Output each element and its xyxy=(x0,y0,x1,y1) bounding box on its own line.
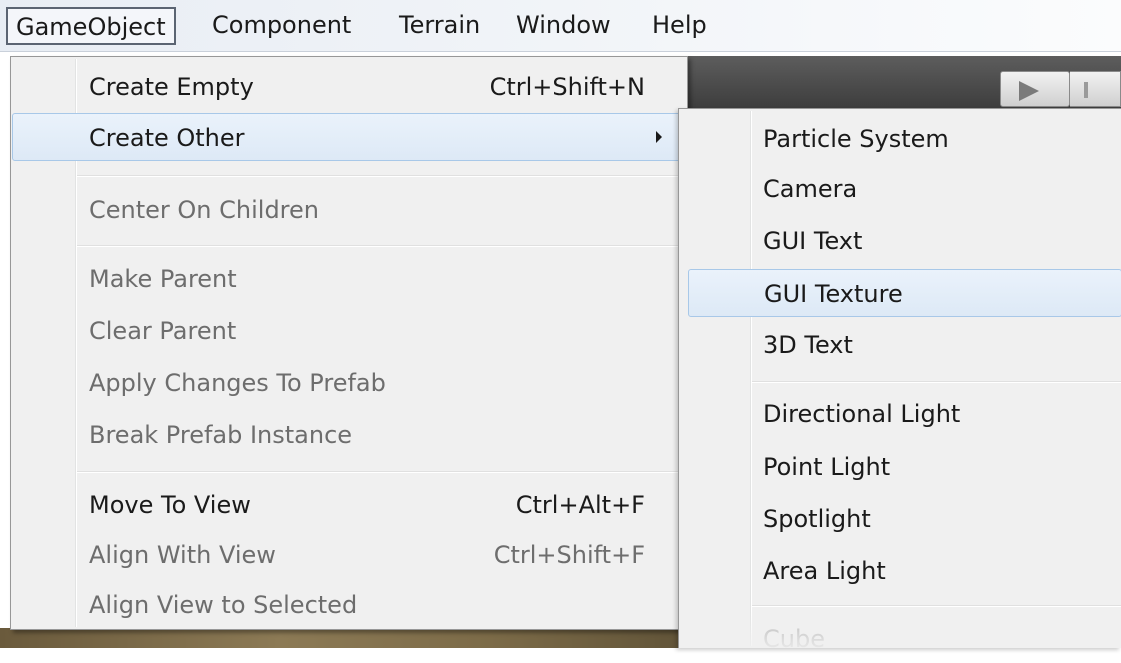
menu-item-label: Camera xyxy=(763,175,858,203)
menu-item-label: Align View to Selected xyxy=(89,591,358,619)
submenu-item-directional-light[interactable]: Directional Light xyxy=(681,390,1120,438)
menu-item-align-view-to-selected[interactable]: Align View to Selected xyxy=(13,581,685,629)
menu-separator xyxy=(77,245,683,247)
menu-item-shortcut: Ctrl+Alt+F xyxy=(515,491,645,519)
menu-item-label: Clear Parent xyxy=(89,317,237,345)
menu-component[interactable]: Component xyxy=(212,7,351,45)
menu-item-label: Center On Children xyxy=(89,196,319,224)
menu-item-label: Make Parent xyxy=(89,265,237,293)
menu-terrain[interactable]: Terrain xyxy=(399,7,480,45)
create-other-submenu: Particle System Camera GUI Text GUI Text… xyxy=(678,108,1121,653)
menu-item-create-empty[interactable]: Create Empty Ctrl+Shift+N xyxy=(13,63,685,111)
play-button[interactable] xyxy=(1000,71,1070,107)
submenu-arrow-icon xyxy=(656,131,662,143)
menu-window[interactable]: Window xyxy=(516,7,611,45)
menu-bar: GameObject Component Terrain Window Help xyxy=(0,0,1121,52)
submenu-item-area-light[interactable]: Area Light xyxy=(681,547,1120,595)
menu-item-label: Spotlight xyxy=(763,505,871,533)
menu-separator xyxy=(752,381,1121,383)
menu-separator xyxy=(752,605,1121,607)
menu-item-shortcut: Ctrl+Shift+F xyxy=(493,541,645,569)
submenu-item-camera[interactable]: Camera xyxy=(681,165,1120,213)
menu-item-label: Create Empty xyxy=(89,73,254,101)
submenu-item-gui-text[interactable]: GUI Text xyxy=(681,217,1120,265)
submenu-item-spotlight[interactable]: Spotlight xyxy=(681,495,1120,543)
submenu-item-particle-system[interactable]: Particle System xyxy=(681,115,1120,163)
menu-item-label: GUI Texture xyxy=(764,280,903,308)
menu-item-center-on-children[interactable]: Center On Children xyxy=(13,186,685,234)
menu-item-label: Directional Light xyxy=(763,400,961,428)
menu-item-label: Break Prefab Instance xyxy=(89,421,353,449)
menu-item-label: Create Other xyxy=(89,124,245,152)
menu-item-label: Particle System xyxy=(763,125,949,153)
menu-item-make-parent[interactable]: Make Parent xyxy=(13,255,685,303)
menu-item-label: Area Light xyxy=(763,557,886,585)
play-icon xyxy=(1019,81,1039,101)
menu-item-shortcut: Ctrl+Shift+N xyxy=(489,73,645,101)
submenu-item-3d-text[interactable]: 3D Text xyxy=(681,321,1120,369)
menu-item-apply-changes-to-prefab[interactable]: Apply Changes To Prefab xyxy=(13,359,685,407)
pause-icon xyxy=(1084,82,1088,98)
menu-item-label: Align With View xyxy=(89,541,276,569)
menu-separator xyxy=(77,471,683,473)
submenu-item-gui-texture[interactable]: GUI Texture xyxy=(688,269,1121,317)
menu-fade xyxy=(679,612,1121,648)
pause-button[interactable] xyxy=(1070,71,1121,107)
menu-item-break-prefab-instance[interactable]: Break Prefab Instance xyxy=(13,411,685,459)
menu-item-label: 3D Text xyxy=(763,331,853,359)
menu-item-move-to-view[interactable]: Move To View Ctrl+Alt+F xyxy=(13,481,685,529)
menu-item-label: GUI Text xyxy=(763,227,863,255)
menu-separator xyxy=(77,175,683,177)
menu-item-label: Apply Changes To Prefab xyxy=(89,369,386,397)
menu-item-label: Point Light xyxy=(763,453,891,481)
gameobject-menu: Create Empty Ctrl+Shift+N Create Other C… xyxy=(10,56,688,630)
submenu-item-point-light[interactable]: Point Light xyxy=(681,443,1120,491)
menu-item-create-other[interactable]: Create Other xyxy=(12,113,686,161)
menu-item-label: Move To View xyxy=(89,491,251,519)
scene-view-strip xyxy=(0,628,700,648)
menu-help[interactable]: Help xyxy=(652,7,707,45)
menu-item-align-with-view[interactable]: Align With View Ctrl+Shift+F xyxy=(13,531,685,579)
menu-gameobject[interactable]: GameObject xyxy=(6,7,176,45)
menu-item-clear-parent[interactable]: Clear Parent xyxy=(13,307,685,355)
